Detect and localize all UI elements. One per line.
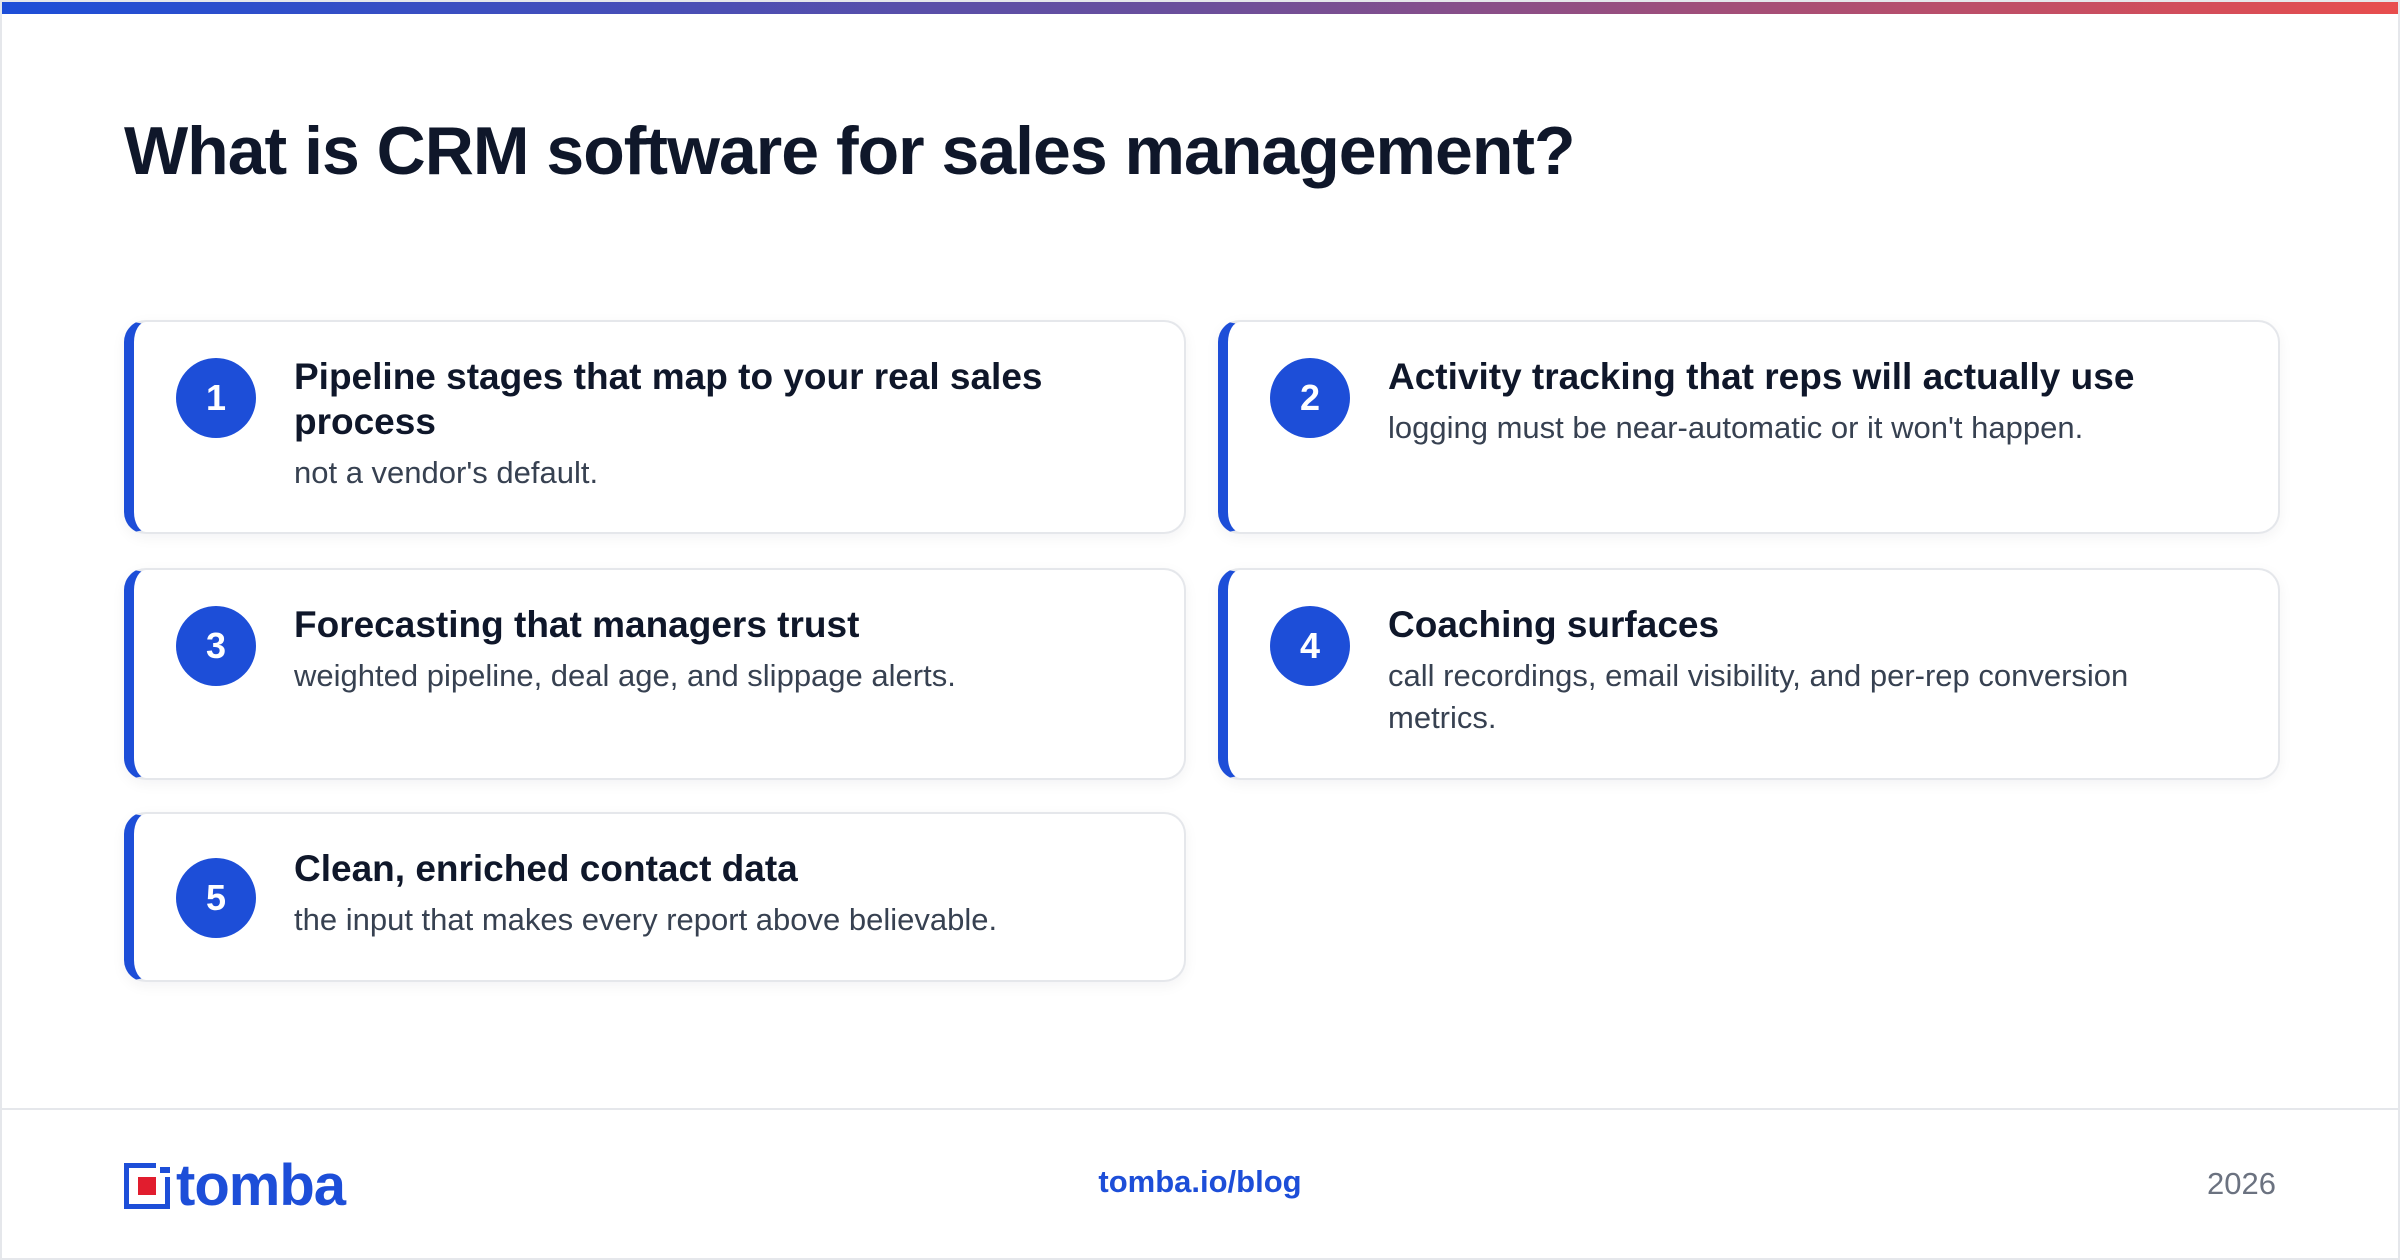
card-title: Forecasting that managers trust — [294, 604, 860, 645]
number-badge: 1 — [176, 358, 256, 438]
card-title: Clean, enriched contact data — [294, 848, 798, 889]
feature-card-3: 3 Forecasting that managers trust weight… — [124, 568, 1186, 780]
card-title: Pipeline stages that map to your real sa… — [294, 356, 1043, 442]
card-description: call recordings, email visibility, and p… — [1388, 658, 2129, 735]
card-description: not a vendor's default. — [294, 455, 599, 490]
card-text: Clean, enriched contact data the input t… — [294, 846, 1144, 941]
top-gradient-bar — [2, 2, 2398, 14]
number-badge: 3 — [176, 606, 256, 686]
card-text: Pipeline stages that map to your real sa… — [294, 354, 1144, 494]
number-badge: 2 — [1270, 358, 1350, 438]
card-description: the input that makes every report above … — [294, 902, 998, 937]
card-text: Coaching surfaces call recordings, email… — [1388, 602, 2238, 739]
footer-divider — [2, 1108, 2398, 1110]
card-title: Activity tracking that reps will actuall… — [1388, 356, 2135, 397]
feature-card-4: 4 Coaching surfaces call recordings, ema… — [1218, 568, 2280, 780]
blog-link[interactable]: tomba.io/blog — [2, 1164, 2398, 1200]
feature-card-2: 2 Activity tracking that reps will actua… — [1218, 320, 2280, 534]
feature-card-5: 5 Clean, enriched contact data the input… — [124, 812, 1186, 982]
footer-year: 2026 — [2207, 1166, 2276, 1201]
card-description: weighted pipeline, deal age, and slippag… — [294, 658, 956, 693]
infographic-page: What is CRM software for sales managemen… — [0, 0, 2400, 1260]
page-title: What is CRM software for sales managemen… — [124, 113, 1576, 189]
number-badge: 4 — [1270, 606, 1350, 686]
feature-card-1: 1 Pipeline stages that map to your real … — [124, 320, 1186, 534]
card-description: logging must be near-automatic or it won… — [1388, 410, 2084, 445]
card-title: Coaching surfaces — [1388, 604, 1720, 645]
number-badge: 5 — [176, 858, 256, 938]
card-text: Forecasting that managers trust weighted… — [294, 602, 1144, 697]
card-text: Activity tracking that reps will actuall… — [1388, 354, 2238, 449]
